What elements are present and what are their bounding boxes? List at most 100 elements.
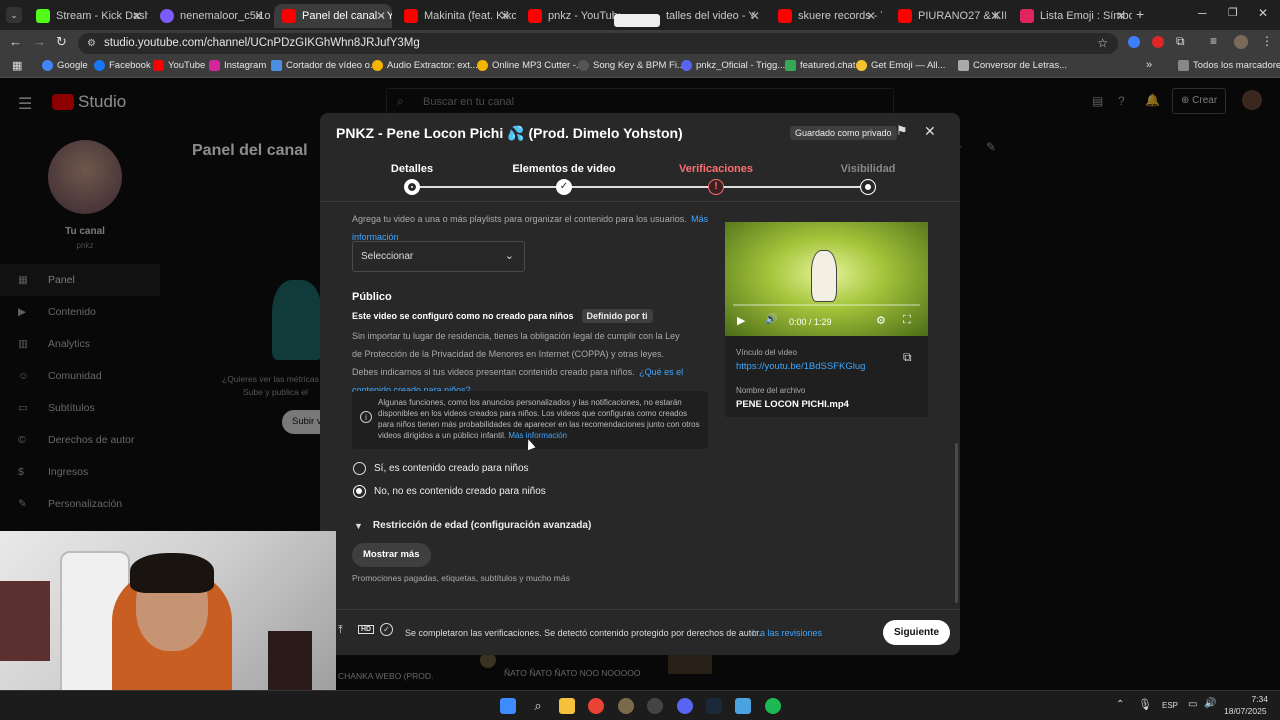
- minimize-icon[interactable]: ─: [1198, 6, 1207, 20]
- tab-7[interactable]: PIURANO27 & KIKO✕: [890, 4, 1006, 28]
- video-progress-track[interactable]: [733, 304, 920, 306]
- back-icon[interactable]: ←: [9, 34, 22, 49]
- tab-3[interactable]: Makinita (feat. Kiko C✕: [396, 4, 516, 28]
- playlist-select[interactable]: Seleccionar ⌄: [352, 241, 525, 272]
- upload-icon: ⤒: [338, 624, 343, 636]
- tab-1[interactable]: nenemaloor_c5i1o6q✕: [152, 4, 270, 28]
- video-thumbnail[interactable]: ▶ 🔊 0:00 / 1:29 ⚙ ⛶: [725, 222, 928, 336]
- step-details-dot[interactable]: [404, 179, 420, 195]
- clock-time[interactable]: 7:34: [1246, 694, 1268, 704]
- file-explorer-icon[interactable]: [559, 698, 575, 714]
- step-video-elements[interactable]: Elementos de video: [504, 163, 624, 175]
- restore-icon[interactable]: ❐: [1228, 6, 1238, 19]
- age-restriction-toggle[interactable]: ▼ Restricción de edad (configuración ava…: [354, 520, 591, 531]
- go-to-reviews-link[interactable]: Ir a las revisiones: [752, 628, 822, 638]
- fullscreen-icon[interactable]: ⛶: [903, 314, 911, 327]
- video-link[interactable]: https://youtu.be/1BdSSFKGlug: [736, 361, 865, 372]
- show-more-button[interactable]: Mostrar más: [352, 543, 431, 567]
- tab-4[interactable]: pnkz - YouTube: [520, 4, 620, 28]
- step-checks[interactable]: Verificaciones: [656, 163, 776, 175]
- app-icon[interactable]: [618, 698, 634, 714]
- close-icon[interactable]: ✕: [376, 9, 386, 23]
- tray-chevron-icon[interactable]: ⌃: [1116, 699, 1124, 710]
- radio-not-made-for-kids[interactable]: No, no es contenido creado para niños: [353, 485, 546, 498]
- reload-icon[interactable]: ↻: [56, 34, 67, 50]
- close-icon[interactable]: ✕: [132, 9, 142, 23]
- bookmark-mp3-cutter[interactable]: Online MP3 Cutter -...: [477, 60, 584, 71]
- chrome-icon[interactable]: [588, 698, 604, 714]
- settings-icon[interactable]: ⚙: [876, 314, 886, 327]
- bookmark-featured-chat[interactable]: featured.chat: [785, 60, 855, 71]
- bookmark-google[interactable]: Google: [42, 60, 88, 71]
- warning-icon[interactable]: !: [708, 179, 724, 195]
- step-details[interactable]: Detalles: [352, 163, 472, 175]
- address-bar[interactable]: ⚙ studio.youtube.com/channel/UCnPDzGIKGh…: [78, 33, 1118, 54]
- media-icon[interactable]: ≡: [1210, 34, 1217, 48]
- microphone-icon[interactable]: 🎙: [1138, 698, 1152, 711]
- extension-icon[interactable]: [1152, 36, 1164, 48]
- tab-2[interactable]: Panel del canal - You✕: [274, 4, 392, 28]
- site-info-icon[interactable]: ⚙: [87, 33, 96, 54]
- info-more-link[interactable]: Más información: [508, 431, 567, 440]
- radio-no-button[interactable]: [353, 485, 366, 498]
- puzzle-icon[interactable]: ⧉: [1176, 34, 1185, 49]
- close-icon[interactable]: ✕: [500, 9, 510, 23]
- start-icon[interactable]: [500, 698, 516, 714]
- bookmark-conversor[interactable]: Conversor de Letras...: [958, 60, 1067, 71]
- forward-icon[interactable]: →: [33, 34, 46, 49]
- volume-icon[interactable]: 🔊: [1204, 698, 1216, 709]
- search-icon[interactable]: ⌕: [530, 698, 546, 714]
- network-icon[interactable]: ▭: [1188, 699, 1197, 710]
- apps-icon[interactable]: ▦: [12, 59, 22, 72]
- bookmark-instagram[interactable]: Instagram: [209, 60, 266, 71]
- all-bookmarks[interactable]: Todos los marcadores: [1178, 60, 1280, 71]
- notepad-icon[interactable]: [735, 698, 751, 714]
- bookmark-facebook[interactable]: Facebook: [94, 60, 151, 71]
- next-button[interactable]: Siguiente: [883, 620, 951, 645]
- close-icon[interactable]: ✕: [990, 9, 1000, 23]
- webcam-shelf: [0, 581, 50, 661]
- tab-6[interactable]: skuere records - You✕: [770, 4, 882, 28]
- bookmark-cortador[interactable]: Cortador de vídeo o...: [271, 60, 378, 71]
- tab-0[interactable]: Stream - Kick Dashbo✕: [28, 4, 148, 28]
- radio-yes-button[interactable]: [353, 462, 366, 475]
- bookmark-song-key[interactable]: Song Key & BPM Fi...: [578, 60, 685, 71]
- more-bookmarks-icon[interactable]: »: [1146, 59, 1152, 71]
- clock-date[interactable]: 18/07/2025: [1224, 706, 1267, 716]
- info-icon: i: [360, 411, 372, 423]
- cut-icon: [271, 60, 282, 71]
- instagram-icon: [209, 60, 220, 71]
- bookmark-star-icon[interactable]: ☆: [1097, 33, 1108, 54]
- volume-icon[interactable]: 🔊: [765, 314, 777, 325]
- checkmark-icon[interactable]: ✓: [556, 179, 572, 195]
- audience-heading: Público: [352, 291, 392, 303]
- profile-avatar[interactable]: [1234, 35, 1248, 49]
- tab-5[interactable]: talles del video - Y ✕: [662, 4, 766, 28]
- close-icon[interactable]: ✕: [254, 9, 264, 23]
- scrollbar[interactable]: [955, 443, 958, 603]
- steam-icon[interactable]: [706, 698, 722, 714]
- tab-list-icon[interactable]: ⌄: [6, 7, 22, 23]
- copy-icon[interactable]: ⧉: [903, 350, 912, 365]
- close-icon[interactable]: ✕: [750, 9, 760, 23]
- bookmark-youtube[interactable]: YouTube: [153, 60, 205, 71]
- menu-icon[interactable]: ⋮: [1261, 34, 1273, 48]
- tab-8[interactable]: Lista Emoji : Símbolo✕: [1012, 4, 1132, 28]
- new-tab-icon[interactable]: +: [1136, 6, 1144, 22]
- step-visibility[interactable]: Visibilidad: [808, 163, 928, 175]
- step-visibility-dot[interactable]: [860, 179, 876, 195]
- close-icon[interactable]: ✕: [866, 9, 876, 23]
- language-indicator[interactable]: ESP: [1162, 701, 1178, 710]
- play-icon[interactable]: ▶: [737, 314, 745, 327]
- radio-made-for-kids[interactable]: Sí, es contenido creado para niños: [353, 462, 529, 475]
- bookmark-get-emoji[interactable]: Get Emoji — All...: [856, 60, 945, 71]
- bookmark-trigger[interactable]: pnkz_Oficial - Trigg...: [681, 60, 785, 71]
- obs-icon[interactable]: [647, 698, 663, 714]
- spotify-icon[interactable]: [765, 698, 781, 714]
- close-window-icon[interactable]: ✕: [1258, 6, 1268, 20]
- bookmark-audio-extractor[interactable]: Audio Extractor: ext...: [372, 60, 478, 71]
- discord-icon[interactable]: [677, 698, 693, 714]
- close-icon[interactable]: ✕: [1116, 9, 1126, 23]
- media-controls-icon[interactable]: [614, 14, 660, 27]
- extension-icon[interactable]: [1128, 36, 1140, 48]
